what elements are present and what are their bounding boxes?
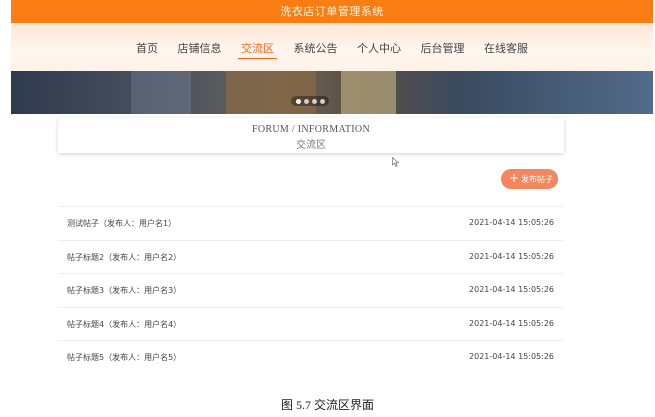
post-date: 2021-04-14 15:05:26 bbox=[469, 251, 554, 261]
carousel-dot[interactable] bbox=[296, 99, 301, 104]
figure-caption: 图 5.7 交流区界面 bbox=[280, 398, 374, 412]
main-nav: 首页 店铺信息 交流区 系统公告 个人中心 后台管理 在线客服 bbox=[11, 40, 653, 59]
post-date: 2021-04-14 15:05:26 bbox=[469, 285, 554, 295]
post-title: 帖子标题3（发布人：用户名3） bbox=[67, 286, 182, 296]
nav-item-announcements[interactable]: 系统公告 bbox=[291, 40, 341, 58]
publish-post-button[interactable]: + 发布帖子 bbox=[501, 169, 558, 189]
section-header: FORUM / INFORMATION 交流区 bbox=[58, 118, 564, 153]
nav-item-user-center[interactable]: 个人中心 bbox=[354, 40, 404, 58]
carousel-dot[interactable] bbox=[320, 99, 325, 104]
post-title: 帖子标题4（发布人：用户名4） bbox=[67, 319, 182, 329]
nav-item-admin[interactable]: 后台管理 bbox=[418, 40, 468, 58]
carousel-dot[interactable] bbox=[304, 99, 309, 104]
section-title-cn: 交流区 bbox=[296, 140, 326, 151]
carousel-dot[interactable] bbox=[312, 99, 317, 104]
nav-item-store-info[interactable]: 店铺信息 bbox=[175, 40, 225, 58]
nav-item-home[interactable]: 首页 bbox=[133, 40, 161, 58]
nav-item-forum[interactable]: 交流区 bbox=[238, 40, 277, 59]
nav-item-online-service[interactable]: 在线客服 bbox=[481, 40, 531, 58]
publish-post-label: 发布帖子 bbox=[521, 175, 553, 184]
app-title: 洗衣店订单管理系统 bbox=[280, 5, 384, 18]
post-date: 2021-04-14 15:05:26 bbox=[469, 352, 554, 362]
list-item[interactable]: 帖子标题2（发布人：用户名2） 2021-04-14 15:05:26 bbox=[58, 239, 564, 274]
banner-image-part bbox=[341, 71, 396, 114]
post-date: 2021-04-14 15:05:26 bbox=[469, 218, 554, 227]
list-item[interactable]: 帖子标题3（发布人：用户名3） 2021-04-14 15:05:26 bbox=[58, 273, 564, 307]
list-item[interactable]: 帖子标题5（发布人：用户名5） 2021-04-14 15:05:26 bbox=[58, 340, 564, 374]
post-list: 测试帖子（发布人：用户名1） 2021-04-14 15:05:26 帖子标题2… bbox=[58, 206, 564, 374]
post-title: 帖子标题5（发布人：用户名5） bbox=[67, 353, 182, 363]
plus-icon: + bbox=[509, 171, 520, 185]
post-title: 帖子标题2（发布人：用户名2） bbox=[67, 252, 182, 262]
post-date: 2021-04-14 15:05:26 bbox=[469, 318, 554, 328]
banner-image-part bbox=[131, 71, 191, 114]
banner-image-part bbox=[226, 71, 316, 114]
section-title-en: FORUM / INFORMATION bbox=[252, 124, 370, 135]
carousel-indicators bbox=[291, 96, 329, 106]
post-title: 测试帖子（发布人：用户名1） bbox=[67, 219, 177, 228]
carousel-banner[interactable] bbox=[11, 71, 653, 114]
list-item[interactable]: 测试帖子（发布人：用户名1） 2021-04-14 15:05:26 bbox=[58, 206, 564, 240]
top-header-bar: 洗衣店订单管理系统 bbox=[11, 0, 653, 23]
list-item[interactable]: 帖子标题4（发布人：用户名4） 2021-04-14 15:05:26 bbox=[58, 306, 564, 341]
app-window: 洗衣店订单管理系统 首页 店铺信息 交流区 系统公告 个人中心 后台管理 在线客… bbox=[11, 0, 653, 382]
nav-band: 首页 店铺信息 交流区 系统公告 个人中心 后台管理 在线客服 bbox=[11, 23, 653, 71]
mouse-cursor-icon bbox=[392, 157, 400, 167]
